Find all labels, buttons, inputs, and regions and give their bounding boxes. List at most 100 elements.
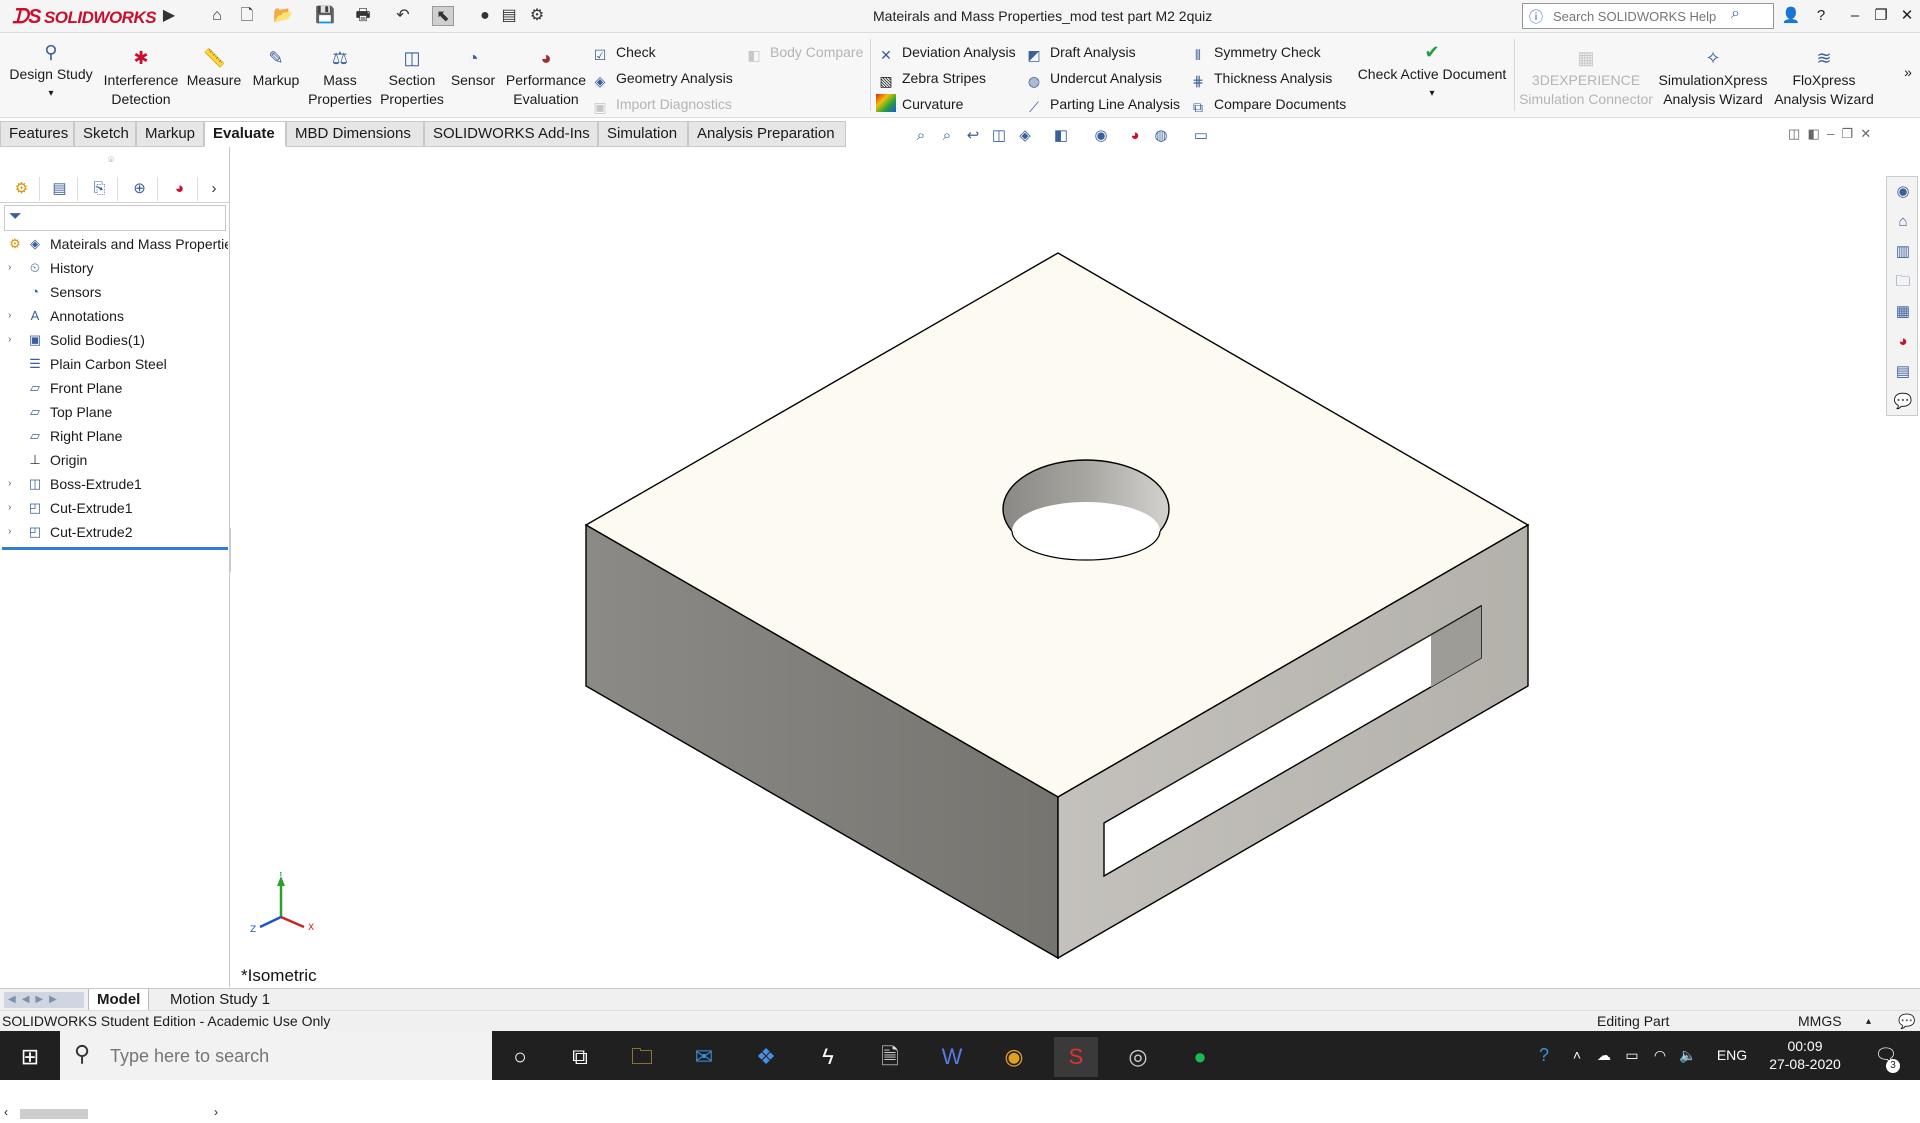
tree-item-sensors[interactable]: ◔ Sensors	[0, 281, 228, 303]
dropbox-app-icon[interactable]: ❖	[744, 1037, 788, 1077]
help-search-input[interactable]	[1553, 7, 1733, 25]
restore-button[interactable]: ❐	[1868, 4, 1894, 28]
section-view-icon[interactable]: ◫	[988, 125, 1010, 147]
close-button[interactable]: ✕	[1894, 4, 1920, 28]
windows-start-icon[interactable]: ⊞	[8, 1037, 52, 1077]
zoom-to-fit-icon[interactable]: ⌕	[910, 125, 932, 147]
tree-item-origin[interactable]: ⊥ Origin	[0, 449, 228, 471]
tree-item-history[interactable]: › ⏲ History	[0, 257, 228, 279]
word-app-icon[interactable]: W	[930, 1037, 974, 1077]
configuration-manager-tab-icon[interactable]: ⎘	[82, 177, 118, 201]
cortana-icon[interactable]: ○	[498, 1037, 542, 1077]
interference-detection-button[interactable]: ✱ Interference Detection	[102, 47, 180, 109]
language-indicator[interactable]: ENG	[1712, 1031, 1752, 1080]
markup-button[interactable]: ✎ Markup	[248, 47, 304, 90]
open-icon[interactable]: 📂	[272, 6, 294, 26]
file-explorer-icon[interactable]: 🗀	[1893, 271, 1913, 293]
curvature-button[interactable]: Curvature	[876, 93, 963, 115]
tree-filter[interactable]: ⏷	[4, 205, 226, 231]
minimize-button[interactable]: –	[1842, 4, 1868, 28]
tab-simulation[interactable]: Simulation	[598, 121, 688, 147]
apply-scene-icon[interactable]: ◍	[1150, 125, 1172, 147]
horizontal-scrollbar[interactable]: ‹ ›	[0, 1105, 230, 1123]
tree-root-part[interactable]: ⚙ ◈ Mateirals and Mass Properties_mod te…	[0, 233, 228, 255]
graphics-area[interactable]: Y X Z *Isometric	[231, 147, 1885, 987]
user-icon[interactable]: 👤	[1778, 4, 1804, 28]
display-style-icon[interactable]: ◧	[1050, 125, 1072, 147]
3dexperience-simulation-connector-button[interactable]: ▦ 3DEXPERIENCE Simulation Connector	[1516, 47, 1656, 109]
compare-documents-button[interactable]: ⧉ Compare Documents	[1188, 93, 1346, 115]
tab-mbd-dimensions[interactable]: MBD Dimensions	[286, 121, 424, 147]
tab-sketch[interactable]: Sketch	[74, 121, 136, 147]
view-palette-icon[interactable]: ▦	[1893, 301, 1913, 323]
help-tray-icon[interactable]: ?	[1530, 1031, 1558, 1080]
hide-show-items-icon[interactable]: ◉	[1090, 125, 1112, 147]
tree-item-cut-extrude2[interactable]: › ◰ Cut-Extrude2	[0, 521, 228, 543]
expand-arrow-icon[interactable]: ›	[8, 305, 18, 327]
thickness-analysis-button[interactable]: ⋕ Thickness Analysis	[1188, 67, 1332, 89]
battery-icon[interactable]: ▭	[1620, 1031, 1644, 1080]
zoom-to-area-icon[interactable]: ⌕	[936, 125, 958, 147]
scroll-left-icon[interactable]: ‹	[4, 1105, 8, 1119]
parting-line-analysis-button[interactable]: ⟋ Parting Line Analysis	[1024, 93, 1180, 115]
spotify-app-icon[interactable]: ●	[1178, 1037, 1222, 1077]
help-search[interactable]: ⓘ ⌕	[1522, 3, 1774, 29]
previous-view-icon[interactable]: ↩	[962, 125, 984, 147]
tree-item-top-plane[interactable]: ▱ Top Plane	[0, 401, 228, 423]
ribbon-more-icon[interactable]: »	[1900, 63, 1916, 82]
taskbar-search-input[interactable]	[110, 1045, 470, 1067]
appearances-icon[interactable]: ◕	[1893, 331, 1913, 353]
lightning-app-icon[interactable]: ϟ	[806, 1037, 850, 1077]
rebuild-icon[interactable]: ●	[474, 6, 496, 26]
document-app-icon[interactable]: 🗎	[868, 1037, 912, 1077]
dimxpert-manager-tab-icon[interactable]: ⊕	[122, 177, 158, 201]
tab-model[interactable]: Model	[88, 989, 150, 1011]
new-document-icon[interactable]: 🗋	[236, 6, 258, 26]
view-settings-icon[interactable]: ▭	[1190, 125, 1212, 147]
undo-icon[interactable]: ↶	[392, 6, 414, 26]
expand-arrow-icon[interactable]: ›	[8, 497, 18, 519]
unit-dropdown-icon[interactable]: ▴	[1866, 1011, 1871, 1032]
check-active-document-button[interactable]: ✔ Check Active Document ▾	[1356, 41, 1508, 103]
media-app-icon[interactable]: ◎	[1116, 1037, 1160, 1077]
wifi-icon[interactable]: ◠	[1648, 1031, 1672, 1080]
zebra-stripes-button[interactable]: ▧ Zebra Stripes	[876, 67, 986, 89]
tree-item-right-plane[interactable]: ▱ Right Plane	[0, 425, 228, 447]
symmetry-check-button[interactable]: ⫴ Symmetry Check	[1188, 41, 1321, 63]
tab-motion-study-1[interactable]: Motion Study 1	[162, 989, 278, 1011]
tab-features[interactable]: Features	[0, 121, 74, 147]
panel-grip-icon[interactable]: ⌾	[108, 155, 114, 166]
floxpress-button[interactable]: ≋ FloXpress Analysis Wizard	[1772, 47, 1876, 109]
body-compare-button[interactable]: ◧ Body Compare	[744, 41, 863, 63]
tree-item-material[interactable]: ☰ Plain Carbon Steel	[0, 353, 228, 375]
chrome-app-icon[interactable]: ◉	[992, 1037, 1036, 1077]
3dexperience-tab-icon[interactable]: ◉	[1893, 181, 1913, 203]
tab-solidworks-add-ins[interactable]: SOLIDWORKS Add-Ins	[424, 121, 598, 147]
tree-item-cut-extrude1[interactable]: › ◰ Cut-Extrude1	[0, 497, 228, 519]
simulationxpress-button[interactable]: ✧ SimulationXpress Analysis Wizard	[1656, 47, 1770, 109]
solidworks-logo[interactable]: ᗪS SOLIDWORKS	[12, 6, 157, 29]
design-library-icon[interactable]: ▥	[1893, 241, 1913, 263]
mail-app-icon[interactable]: ✉	[682, 1037, 726, 1077]
print-icon[interactable]: 🖶	[352, 6, 374, 26]
measure-button[interactable]: 📏 Measure	[184, 47, 244, 90]
check-button[interactable]: ☑ Check	[590, 41, 656, 63]
import-diagnostics-button[interactable]: ▣ Import Diagnostics	[590, 93, 732, 115]
rollback-bar[interactable]	[2, 547, 228, 550]
tree-item-front-plane[interactable]: ▱ Front Plane	[0, 377, 228, 399]
tab-scroll-arrows[interactable]: ◀◀▶▶	[4, 992, 84, 1008]
home-icon[interactable]: ⌂	[206, 6, 228, 26]
search-icon[interactable]: ⌕	[1731, 5, 1740, 23]
expand-arrow-icon[interactable]: ›	[8, 473, 18, 495]
tree-item-boss-extrude1[interactable]: › ◫ Boss-Extrude1	[0, 473, 228, 495]
undercut-analysis-button[interactable]: ◍ Undercut Analysis	[1024, 67, 1162, 89]
view-orientation-icon[interactable]: ◈	[1014, 125, 1036, 147]
taskbar-search[interactable]: ⚲	[60, 1031, 492, 1080]
draft-analysis-button[interactable]: ◩ Draft Analysis	[1024, 41, 1135, 63]
design-study-button[interactable]: ⚲ Design Study ▾	[6, 41, 96, 103]
forum-icon[interactable]: 💬	[1893, 391, 1913, 413]
file-explorer-app-icon[interactable]: 🗀	[620, 1037, 664, 1077]
onedrive-icon[interactable]: ☁	[1592, 1031, 1616, 1080]
show-hidden-icons-icon[interactable]: ˄	[1566, 1031, 1588, 1080]
display-manager-tab-icon[interactable]: ◕	[162, 177, 198, 201]
